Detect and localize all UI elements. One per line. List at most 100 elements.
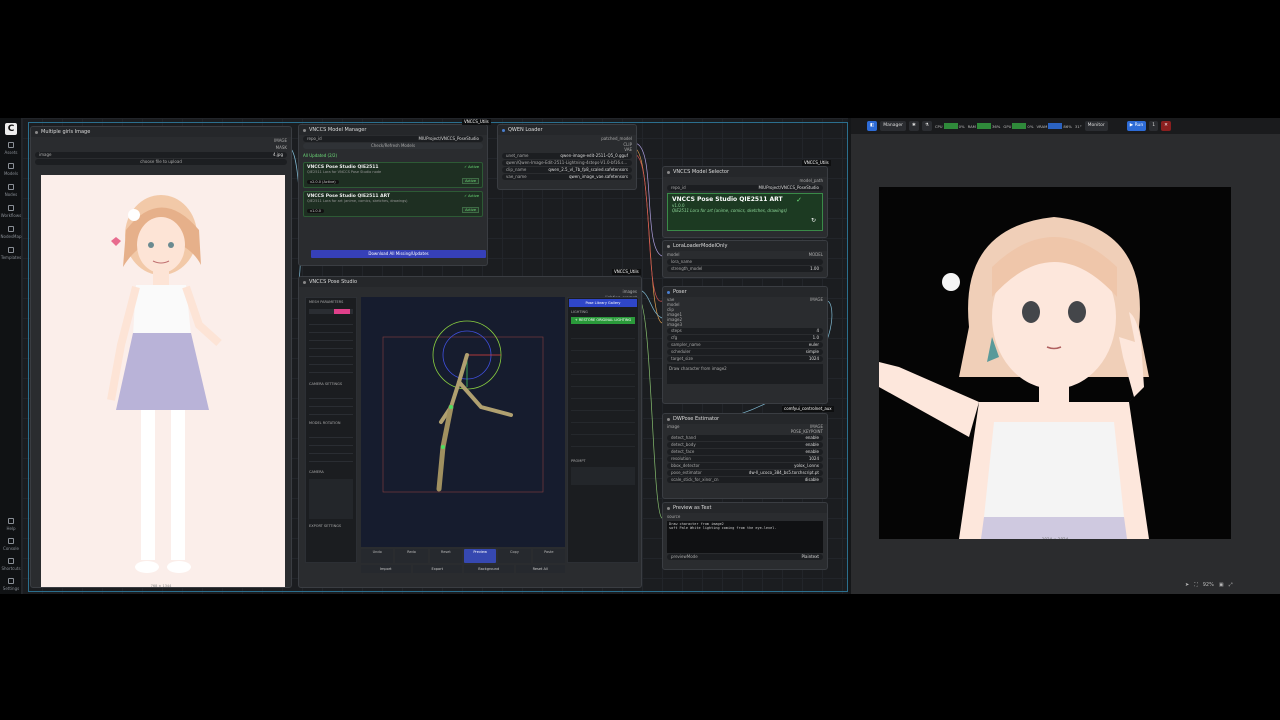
vae-name-field[interactable]: vae_name qwen_image_vae.safetensors <box>502 174 632 180</box>
pose-prompt-textarea[interactable] <box>571 467 635 485</box>
lora-name-field[interactable]: qwen/Qwen-Image-Edit-2511-Lightning-4ste… <box>502 160 632 166</box>
camera-preview[interactable] <box>309 479 353 519</box>
sidebar-item-settings[interactable]: Settings <box>0 578 22 591</box>
stop-icon[interactable]: ✕ <box>1161 121 1171 131</box>
sidebar-item-templates[interactable]: Templates <box>0 247 22 260</box>
undo-button[interactable]: Undo <box>361 549 394 563</box>
restore-lighting-button[interactable]: + RESTORE ORIGINAL LIGHTING <box>571 317 635 324</box>
node-title[interactable]: VNCCS Pose Studio <box>299 277 641 287</box>
detect-hand-field[interactable]: detect_hand enable <box>667 435 823 441</box>
node-qwen-loader[interactable]: QWEN Loader patched_model CLIP VAE unet_… <box>497 124 637 190</box>
sampler-field[interactable]: sampler_name euler <box>667 342 823 348</box>
background-button[interactable]: Background <box>464 565 514 573</box>
upload-button[interactable]: choose file to upload <box>35 159 287 165</box>
export-button[interactable]: Export <box>412 565 462 573</box>
input-source[interactable]: source <box>663 513 827 520</box>
clip-name-field[interactable]: clip_name qwen_2.5_vl_7b_fp8_scaled.safet… <box>502 167 632 173</box>
node-title[interactable]: DWPose Estimator <box>663 414 827 424</box>
import-button[interactable]: Import <box>361 565 411 573</box>
puzzle-icon[interactable]: ✱ <box>909 121 919 131</box>
node-canvas[interactable]: Multiple girls Image IMAGE MASK image 4.j… <box>22 118 848 594</box>
active-button[interactable]: Active <box>462 207 479 213</box>
node-title[interactable]: VNCCS Model Manager <box>299 125 487 135</box>
output-model-path[interactable]: model_path <box>663 177 827 184</box>
sidebar-item-console[interactable]: Console <box>0 538 22 551</box>
manager-button[interactable]: Manager <box>880 121 906 131</box>
flask-icon[interactable]: ⚗ <box>921 121 932 131</box>
zoom-level[interactable]: 92% <box>1203 582 1214 588</box>
repo-id-field[interactable]: repo_id MIUProject/VNCCS_PoseStudio <box>667 185 823 191</box>
output-mask[interactable]: MASK <box>31 144 291 151</box>
pointer-icon[interactable]: ➤ <box>1185 582 1189 588</box>
input-image3[interactable]: image3 <box>663 322 827 327</box>
copy-button[interactable]: Copy <box>498 549 531 563</box>
node-title[interactable]: Preview as Text <box>663 503 827 513</box>
version-select[interactable]: v2.0.0 (Active) <box>307 180 339 184</box>
node-lora-loader[interactable]: LoraLoaderModelOnly model MODEL lora_name… <box>662 240 828 278</box>
selected-model-card[interactable]: VNCCS Pose Studio QIE2511 ART v1.0.0 QIE… <box>667 193 823 231</box>
camera-sliders[interactable] <box>309 391 353 416</box>
collapse-dot-icon[interactable] <box>667 290 670 294</box>
reset-button[interactable]: Reset <box>429 549 462 563</box>
target-size-field[interactable]: target_size 1024 <box>667 356 823 362</box>
paste-button[interactable]: Paste <box>532 549 565 563</box>
repo-id-field[interactable]: repo_id MIUProject/VNCCS_PoseStudio <box>303 136 483 142</box>
sidebar-item-models[interactable]: Models <box>0 163 22 176</box>
lora-name-field[interactable]: lora_name <box>667 259 823 265</box>
collapse-dot-icon[interactable] <box>303 128 306 132</box>
output-vae[interactable]: VAE <box>498 147 636 152</box>
image-select[interactable]: image 4.jpg <box>35 152 287 158</box>
version-select[interactable]: v1.0.0 <box>307 209 324 213</box>
node-title[interactable]: Multiple girls Image <box>31 127 291 137</box>
sidebar-item-nodes[interactable]: Nodes <box>0 184 22 197</box>
run-button[interactable]: ▶ Run <box>1126 121 1147 131</box>
steps-field[interactable]: steps 4 <box>667 328 823 334</box>
monitor-button[interactable]: Monitor <box>1084 121 1108 131</box>
strength-model-field[interactable]: strength_model 1.00 <box>667 266 823 272</box>
sidebar-item-help[interactable]: Help <box>0 518 22 531</box>
collapse-dot-icon[interactable] <box>667 417 670 421</box>
sidebar-item-shortcuts[interactable]: Shortcuts <box>0 558 22 571</box>
bbox-detector-field[interactable]: bbox_detector yolox_l.onnx <box>667 463 823 469</box>
app-logo[interactable]: C <box>5 123 17 135</box>
link-icon[interactable]: ⤢ <box>1229 582 1233 588</box>
node-preview-as-text[interactable]: Preview as Text source Draw character fr… <box>662 502 828 570</box>
queue-icon[interactable]: ◧ <box>867 121 878 131</box>
node-dwpose-estimator[interactable]: DWPose Estimator image IMAGE POSE_KEYPOIN… <box>662 413 828 499</box>
output-pose-keypoint[interactable]: POSE_KEYPOINT <box>663 429 827 434</box>
scale-stick-field[interactable]: scale_stick_for_xinsr_cn disable <box>667 477 823 483</box>
prompt-textarea[interactable]: Draw character from image2 <box>667 364 823 384</box>
pose-estimator-field[interactable]: pose_estimator dw-ll_ucoco_384_bs5.torchs… <box>667 470 823 476</box>
node-poser[interactable]: Poser vae IMAGE model clip image1 image2 … <box>662 286 828 404</box>
model-card-qie2511[interactable]: VNCCS Pose Studio QIE2511 QIE2511 Lora f… <box>303 162 483 188</box>
sidebar-item-workflows[interactable]: Workflows <box>0 205 22 218</box>
lighting-controls[interactable] <box>571 327 635 447</box>
node-title[interactable]: QWEN Loader <box>498 125 636 135</box>
output-image[interactable]: IMAGE <box>31 137 291 144</box>
detect-body-field[interactable]: detect_body enable <box>667 442 823 448</box>
collapse-dot-icon[interactable] <box>35 130 38 134</box>
preview-mode-field[interactable]: previewMode Plaintext <box>667 554 823 560</box>
collapse-dot-icon[interactable] <box>667 506 670 510</box>
node-pose-studio[interactable]: VNCCS Pose Studio images lighting_prompt… <box>298 276 642 588</box>
minimap-icon[interactable]: ▣ <box>1219 582 1224 588</box>
node-title[interactable]: Poser <box>663 287 827 297</box>
resolution-field[interactable]: resolution 1024 <box>667 456 823 462</box>
node-model-manager[interactable]: VNCCS Model Manager repo_id MIUProject/VN… <box>298 124 488 266</box>
pose-right-panel[interactable]: Pose Library Gallery LIGHTING + RESTORE … <box>567 297 639 563</box>
node-title[interactable]: VNCCS Model Selector <box>663 167 827 177</box>
output-patched-model[interactable]: patched_model <box>498 135 636 142</box>
sidebar-item-assets[interactable]: Assets <box>0 142 22 155</box>
check-refresh-button[interactable]: Check/Refresh Models <box>303 143 483 149</box>
node-title[interactable]: LoraLoaderModelOnly <box>663 241 827 251</box>
cfg-field[interactable]: cfg 1.0 <box>667 335 823 341</box>
scheduler-field[interactable]: scheduler simple <box>667 349 823 355</box>
model-io[interactable]: model MODEL <box>663 251 827 258</box>
node-model-selector[interactable]: VNCCS Model Selector model_path repo_id M… <box>662 166 828 238</box>
collapse-dot-icon[interactable] <box>303 280 306 284</box>
gender-toggle[interactable] <box>309 309 353 314</box>
redo-button[interactable]: Redo <box>395 549 428 563</box>
collapse-dot-icon[interactable] <box>502 128 505 132</box>
pose-3d-viewport[interactable] <box>361 297 565 547</box>
download-all-button[interactable]: Download All Missing/Updates <box>311 250 486 258</box>
